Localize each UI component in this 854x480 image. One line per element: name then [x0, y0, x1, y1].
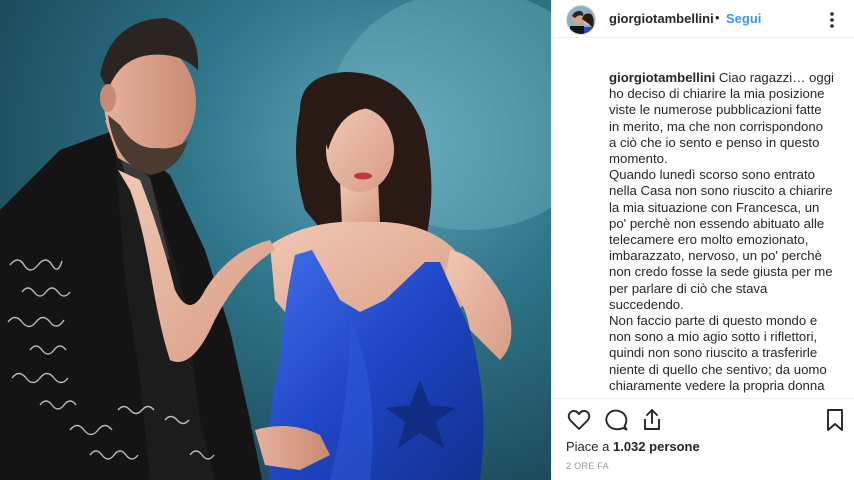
- caption-line: non sono a mio agio sotto i riflettori,: [609, 329, 818, 345]
- caption-line: momento.: [609, 151, 668, 167]
- caption-text: Ciao ragazzi… oggi: [718, 70, 834, 85]
- post-actions: Piace a 1.032 persone 2 ORE FA: [552, 398, 854, 480]
- header-username[interactable]: giorgiotambellini: [609, 11, 714, 26]
- caption-line: la mia situazione con Francesca, un: [609, 199, 820, 215]
- caption-line: non credo fosse la sede giusta per me: [609, 264, 833, 280]
- couple-photo-illustration: [0, 0, 551, 480]
- caption-line: per parlare di ciò che stava: [609, 280, 768, 296]
- caption-line: a ciò che io sento e penso in questo: [609, 134, 820, 150]
- share-icon[interactable]: [639, 407, 665, 433]
- caption-line: succedendo.: [609, 296, 684, 312]
- comment-icon[interactable]: [603, 407, 629, 433]
- header-separator: •: [715, 10, 720, 25]
- caption-line: Quando lunedì scorso sono entrato: [609, 167, 816, 183]
- caption-line: quindi non sono riuscito a trasferirle: [609, 345, 818, 361]
- caption-username[interactable]: giorgiotambellini: [609, 70, 715, 85]
- avatar[interactable]: [566, 5, 596, 35]
- caption-line: imbarazzato, nervoso, un po' perchè: [609, 248, 822, 264]
- post-caption: giorgiotambellini Ciao ragazzi… oggi ho …: [609, 70, 845, 396]
- avatar-image: [567, 6, 595, 34]
- caption-line: telecamere ero molto emozionato,: [609, 232, 809, 248]
- post-timestamp[interactable]: 2 ORE FA: [566, 461, 609, 471]
- follow-button[interactable]: Segui: [726, 11, 761, 26]
- more-options-icon[interactable]: [822, 10, 842, 30]
- heart-icon[interactable]: [566, 407, 592, 433]
- likes-suffix: persone: [645, 439, 700, 454]
- caption-line: viste le numerose pubblicazioni fatte: [609, 102, 822, 118]
- caption-line: in merito, ma che non corrispondono: [609, 118, 824, 134]
- post-sidebar: giorgiotambellini • Segui giorgiotambell…: [551, 0, 854, 480]
- caption-line: giorgiotambellini Ciao ragazzi… oggi: [609, 70, 845, 86]
- caption-line: ho deciso di chiarire la mia posizione: [609, 86, 825, 102]
- caption-line: nella Casa non sono riuscito a chiarire: [609, 183, 833, 199]
- caption-line: niente di quello che sentivo; da uomo: [609, 361, 827, 377]
- caption-line: chiaramente vedere la propria donna: [609, 377, 825, 393]
- likes-number: 1.032: [612, 439, 646, 454]
- likes-prefix: Piace a: [566, 439, 613, 454]
- caption-line: po' perchè non essendo abituato alle: [609, 215, 825, 231]
- bookmark-icon[interactable]: [822, 407, 848, 433]
- post-header: giorgiotambellini • Segui: [552, 0, 854, 38]
- likes-count[interactable]: Piace a 1.032 persone: [566, 439, 700, 454]
- caption-line: Non faccio parte di questo mondo e: [609, 313, 818, 329]
- post-photo[interactable]: [0, 0, 551, 480]
